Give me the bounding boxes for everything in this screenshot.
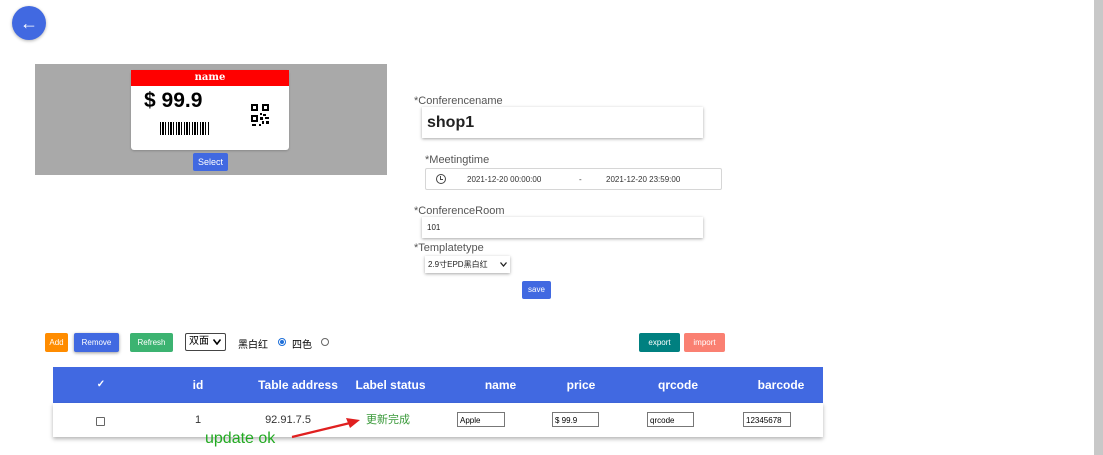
import-button[interactable]: import	[684, 333, 725, 352]
select-template-button[interactable]: Select	[193, 153, 228, 171]
column-header-label-status: Label status	[355, 378, 426, 392]
radio-dot-icon	[280, 340, 284, 344]
start-time-value[interactable]: 2021-12-20 00:00:00	[467, 175, 541, 184]
column-header-barcode: barcode	[757, 378, 805, 392]
tag-header: name	[131, 70, 289, 86]
back-button[interactable]: ←	[12, 6, 46, 40]
conference-room-label: *ConferenceRoom	[414, 205, 505, 217]
radio-label-black-white-red: 黑白红	[238, 340, 268, 351]
refresh-button[interactable]: Refresh	[130, 333, 173, 352]
column-header-qrcode: qrcode	[657, 378, 698, 392]
scrollbar-thumb[interactable]	[1094, 0, 1103, 455]
table-row: 1 92.91.7.5 更新完成 Apple $ 99.9 qrcode 123…	[53, 403, 823, 437]
qr-code-icon	[250, 102, 270, 128]
template-type-value: 2.9寸EPD黑白红	[428, 260, 488, 269]
name-input[interactable]: Apple	[457, 412, 505, 427]
chevron-down-icon	[500, 262, 507, 267]
conference-room-input[interactable]: 101	[422, 217, 703, 238]
export-button[interactable]: export	[639, 333, 680, 352]
back-arrow-icon: ←	[20, 13, 38, 33]
column-header-table-address: Table address	[258, 378, 338, 392]
radio-four-color[interactable]	[321, 338, 329, 346]
clock-icon	[436, 174, 446, 184]
annotation-text: update ok	[205, 430, 276, 447]
tag-price: $ 99.9	[144, 89, 203, 112]
range-separator: -	[579, 175, 582, 184]
template-type-select[interactable]: 2.9寸EPD黑白红	[425, 256, 510, 273]
column-header-price: price	[566, 378, 596, 392]
barcode-icon	[160, 122, 210, 135]
add-button[interactable]: Add	[45, 333, 68, 352]
template-type-label: *Templatetype	[414, 242, 484, 254]
row-checkbox[interactable]	[96, 417, 105, 426]
conference-name-input[interactable]: shop1	[422, 107, 703, 138]
barcode-input[interactable]: 12345678	[743, 412, 791, 427]
radio-label-four-color: 四色	[292, 340, 312, 351]
conference-name-label: *Conferencename	[414, 95, 503, 107]
cell-label-status: 更新完成	[366, 414, 410, 426]
radio-black-white-red[interactable]	[278, 338, 286, 346]
price-input[interactable]: $ 99.9	[552, 412, 599, 427]
annotation-arrow-icon	[291, 418, 360, 439]
meeting-time-label: *Meetingtime	[425, 154, 490, 166]
select-all-checkbox[interactable]: ✓	[91, 367, 111, 403]
save-button[interactable]: save	[522, 281, 551, 299]
column-header-name: name	[484, 378, 517, 392]
side-mode-value: 双面	[189, 336, 209, 347]
meeting-time-range-picker[interactable]: 2021-12-20 00:00:00 - 2021-12-20 23:59:0…	[425, 168, 722, 190]
end-time-value[interactable]: 2021-12-20 23:59:00	[606, 175, 680, 184]
chevron-down-icon	[213, 339, 221, 345]
remove-button[interactable]: Remove	[74, 333, 119, 352]
table-header: ✓ id Table address Label status name pri…	[53, 367, 823, 403]
price-tag-preview: name $ 99.9	[131, 70, 289, 150]
column-header-id: id	[192, 378, 204, 392]
side-mode-select[interactable]: 双面	[185, 333, 226, 351]
qrcode-input[interactable]: qrcode	[647, 412, 694, 427]
